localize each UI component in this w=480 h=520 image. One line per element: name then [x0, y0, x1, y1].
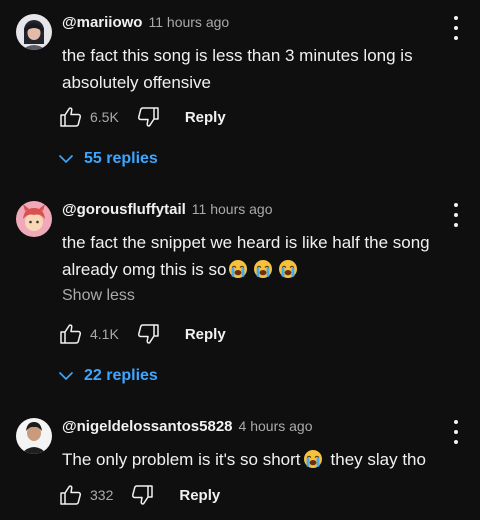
- loudly-crying-face-emoji: [303, 449, 323, 469]
- like-count: 332: [90, 487, 114, 503]
- avatar[interactable]: [16, 14, 52, 50]
- reply-button[interactable]: Reply: [185, 109, 226, 126]
- comment-text-segment: The only problem is it's so short: [62, 450, 301, 469]
- loudly-crying-face-emoji: [253, 259, 273, 279]
- reply-button[interactable]: Reply: [185, 326, 226, 343]
- comment-author[interactable]: @mariiowo: [62, 14, 142, 31]
- view-replies-button[interactable]: 22 replies: [58, 364, 158, 388]
- comment-text-segment: already omg this is so: [62, 260, 227, 279]
- comment-actions: 6.5K Reply: [58, 103, 226, 131]
- comment-text: the fact the snippet we heard is like ha…: [62, 229, 457, 283]
- more-vert-icon[interactable]: [452, 420, 460, 444]
- thumbs-up-icon[interactable]: [58, 482, 84, 508]
- view-replies-button[interactable]: 55 replies: [58, 147, 158, 171]
- comment-header: @mariiowo 11 hours ago: [62, 14, 229, 36]
- more-vert-icon[interactable]: [452, 16, 460, 40]
- show-less-button[interactable]: Show less: [62, 287, 135, 305]
- thumbs-up-icon[interactable]: [58, 321, 84, 347]
- comment-header: @gorousfluffytail 11 hours ago: [62, 201, 273, 223]
- comment-text: The only problem is it's so short they sl…: [62, 446, 457, 473]
- comment-actions: 332 Reply: [58, 481, 220, 509]
- thumbs-down-icon[interactable]: [135, 321, 161, 347]
- reply-button[interactable]: Reply: [179, 487, 220, 504]
- comment-text-line: already omg this is so: [62, 256, 457, 283]
- avatar[interactable]: [16, 418, 52, 454]
- comment-text-line: the fact this song is less than 3 minute…: [62, 46, 413, 65]
- comment-author[interactable]: @gorousfluffytail: [62, 201, 186, 218]
- comment-timestamp[interactable]: 4 hours ago: [239, 418, 313, 434]
- comment-timestamp[interactable]: 11 hours ago: [148, 14, 229, 30]
- more-vert-icon[interactable]: [452, 203, 460, 227]
- comment-timestamp[interactable]: 11 hours ago: [192, 201, 273, 217]
- comment-text-segment: they slay tho: [330, 450, 426, 469]
- comment-text-line: the fact the snippet we heard is like ha…: [62, 233, 430, 252]
- thumbs-up-icon[interactable]: [58, 104, 84, 130]
- replies-count: 22 replies: [84, 367, 158, 384]
- comment-text-line: absolutely offensive: [62, 73, 212, 92]
- comment-author[interactable]: @nigeldelossantos5828: [62, 418, 233, 435]
- loudly-crying-face-emoji: [278, 259, 298, 279]
- replies-count: 55 replies: [84, 150, 158, 167]
- comment-text: the fact this song is less than 3 minute…: [62, 42, 457, 96]
- comment-actions: 4.1K Reply: [58, 320, 226, 348]
- loudly-crying-face-emoji: [228, 259, 248, 279]
- comment-header: @nigeldelossantos5828 4 hours ago: [62, 418, 312, 440]
- avatar[interactable]: [16, 201, 52, 237]
- like-count: 4.1K: [90, 326, 119, 342]
- chevron-down-icon: [58, 371, 74, 381]
- like-count: 6.5K: [90, 109, 119, 125]
- comment-text-line: The only problem is it's so short they sl…: [62, 446, 457, 473]
- chevron-down-icon: [58, 154, 74, 164]
- thumbs-down-icon[interactable]: [135, 104, 161, 130]
- thumbs-down-icon[interactable]: [129, 482, 155, 508]
